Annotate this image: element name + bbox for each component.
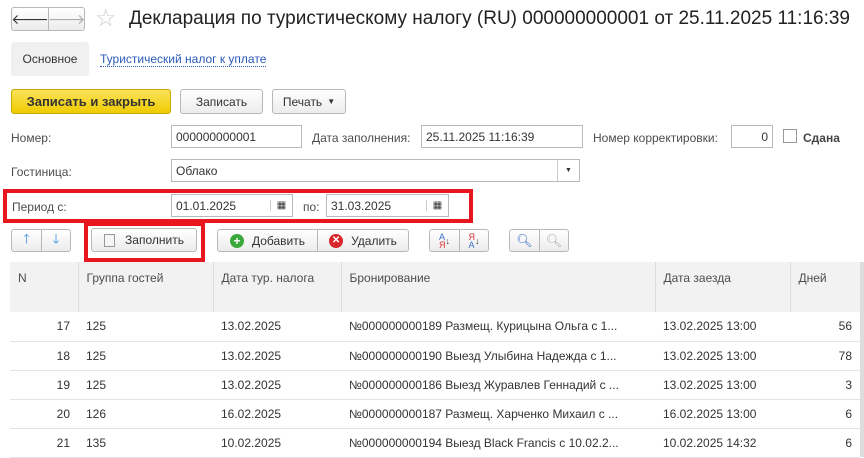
table-cell: 13.02.2025: [213, 370, 341, 400]
table-cell: №000000000189 Размещ. Курицына Ольга с 1…: [341, 312, 655, 342]
plus-circle-icon: +: [229, 233, 244, 248]
hotel-field[interactable]: Облако ▼: [171, 159, 580, 182]
calendar-icon[interactable]: ▦: [426, 200, 448, 211]
document-icon: [104, 233, 116, 247]
arrow-down-icon: 🡓: [52, 230, 60, 246]
page-title: Декларация по туристическому налогу (RU)…: [129, 8, 850, 29]
chevron-down-icon: ▼: [327, 97, 336, 106]
table-cell: 16.02.2025 13:00: [655, 399, 790, 429]
date-label: Дата заполнения:: [312, 131, 411, 145]
column-header[interactable]: Бронирование: [341, 262, 656, 312]
table-cell: №000000000194 Выезд Black Francis с 10.0…: [341, 428, 655, 458]
date-field[interactable]: 25.11.2025 11:16:39: [421, 125, 583, 148]
search-clear-icon: 🔍︎: [545, 232, 563, 248]
table-cell: №000000000190 Выезд Улыбина Надежда с 1.…: [341, 341, 655, 371]
period-to-label: по:: [303, 200, 320, 214]
back-button[interactable]: 🡐: [11, 7, 49, 31]
declaration-table: N Группа гостей Дата тур. налога Брониро…: [10, 262, 861, 458]
table-row[interactable]: 21 135 10.02.2025 №000000000194 Выезд Black…: [10, 428, 860, 458]
fill-button[interactable]: Заполнить: [91, 228, 197, 252]
calendar-icon[interactable]: ▦: [270, 200, 292, 211]
submitted-label: Сдана: [803, 131, 840, 145]
search-button[interactable]: 🔍︎: [509, 229, 540, 252]
vertical-scrollbar[interactable]: [860, 262, 864, 457]
forward-button[interactable]: 🡒: [48, 7, 85, 31]
table-cell: 56: [790, 312, 860, 342]
sort-desc-icon: ЯА: [468, 231, 476, 250]
table-cell: №000000000186 Выезд Журавлев Геннадий с …: [341, 370, 655, 400]
column-header[interactable]: N: [10, 262, 79, 312]
table-cell: 6: [790, 399, 860, 429]
number-label: Номер:: [11, 131, 52, 145]
dropdown-icon[interactable]: ▼: [557, 160, 579, 181]
correction-label: Номер корректировки:: [593, 131, 718, 145]
number-field[interactable]: 000000000001: [171, 125, 302, 148]
delete-circle-icon: ✕: [329, 233, 344, 248]
save-button[interactable]: Записать: [180, 89, 263, 114]
table-cell: 125: [78, 312, 213, 342]
hotel-label: Гостиница:: [11, 165, 72, 179]
correction-field[interactable]: 0: [731, 125, 773, 148]
table-cell: 17: [10, 312, 78, 342]
add-button[interactable]: + Добавить: [217, 229, 318, 252]
table-cell: 135: [78, 428, 213, 458]
table-cell: 125: [78, 341, 213, 371]
period-from-value: 01.01.2025: [176, 198, 237, 213]
table-cell: 3: [790, 370, 860, 400]
table-cell: 13.02.2025 13:00: [655, 312, 790, 342]
period-from-field[interactable]: 01.01.2025 ▦: [171, 194, 293, 217]
favorite-star-icon[interactable]: ☆: [95, 4, 117, 33]
column-header[interactable]: Дней: [790, 262, 861, 312]
hotel-value: Облако: [176, 163, 218, 178]
print-label: Печать: [282, 94, 323, 109]
period-to-field[interactable]: 31.03.2025 ▦: [326, 194, 449, 217]
table-cell: 16.02.2025: [213, 399, 341, 429]
table-row[interactable]: 17 125 13.02.2025 №000000000189 Размещ. Кур…: [10, 312, 860, 342]
print-button[interactable]: Печать ▼: [272, 89, 346, 114]
table-cell: 10.02.2025 14:32: [655, 428, 790, 458]
table-row[interactable]: 20 126 16.02.2025 №000000000187 Размещ. Хар…: [10, 399, 860, 429]
column-header[interactable]: Группа гостей: [78, 262, 214, 312]
arrow-left-icon: 🡐: [11, 10, 49, 27]
add-label: Добавить: [251, 233, 306, 248]
tab-main[interactable]: Основное: [11, 42, 89, 76]
table-row[interactable]: 18 125 13.02.2025 №000000000190 Выезд Улыби…: [10, 341, 860, 371]
table-cell: 6: [790, 428, 860, 458]
search-icon: 🔍︎: [516, 232, 533, 248]
move-down-button[interactable]: 🡓: [41, 229, 71, 252]
table-cell: 19: [10, 370, 78, 400]
move-up-button[interactable]: 🡑: [11, 229, 42, 252]
table-cell: 10.02.2025: [213, 428, 341, 458]
table-cell: 13.02.2025: [213, 312, 341, 342]
table-cell: 20: [10, 399, 78, 429]
arrow-up-icon: 🡑: [23, 230, 30, 246]
table-cell: №000000000187 Размещ. Харченко Михаил с …: [341, 399, 655, 429]
clear-search-button[interactable]: 🔍︎: [539, 229, 569, 252]
submitted-checkbox[interactable]: [783, 129, 797, 143]
table-cell: 125: [78, 370, 213, 400]
column-header[interactable]: Дата тур. налога: [213, 262, 342, 312]
tab-main-label: Основное: [22, 52, 78, 66]
arrow-right-icon: 🡒: [47, 10, 86, 27]
table-header: N Группа гостей Дата тур. налога Брониро…: [10, 262, 861, 312]
column-header[interactable]: Дата заезда: [655, 262, 791, 312]
fill-label: Заполнить: [125, 233, 184, 247]
period-to-value: 31.03.2025: [331, 198, 392, 213]
table-cell: 18: [10, 341, 78, 371]
table-cell: 13.02.2025 13:00: [655, 341, 790, 371]
period-label: Период с:: [12, 200, 67, 214]
sort-asc-button[interactable]: А Я ↓: [429, 229, 460, 252]
delete-label: Удалить: [351, 233, 397, 248]
delete-button[interactable]: ✕ Удалить: [317, 229, 409, 252]
table-cell: 13.02.2025: [213, 341, 341, 371]
table-cell: 78: [790, 341, 860, 371]
tab-tourist-tax[interactable]: Туристический налог к уплате: [100, 52, 267, 67]
save-close-button[interactable]: Записать и закрыть: [11, 89, 171, 114]
table-row[interactable]: 19 125 13.02.2025 №000000000186 Выезд Журав…: [10, 370, 860, 400]
table-cell: 21: [10, 428, 78, 458]
table-cell: 126: [78, 399, 213, 429]
table-cell: 13.02.2025 13:00: [655, 370, 790, 400]
sort-asc-icon: АЯ: [439, 231, 446, 250]
sort-desc-button[interactable]: Я А ↓: [459, 229, 489, 252]
